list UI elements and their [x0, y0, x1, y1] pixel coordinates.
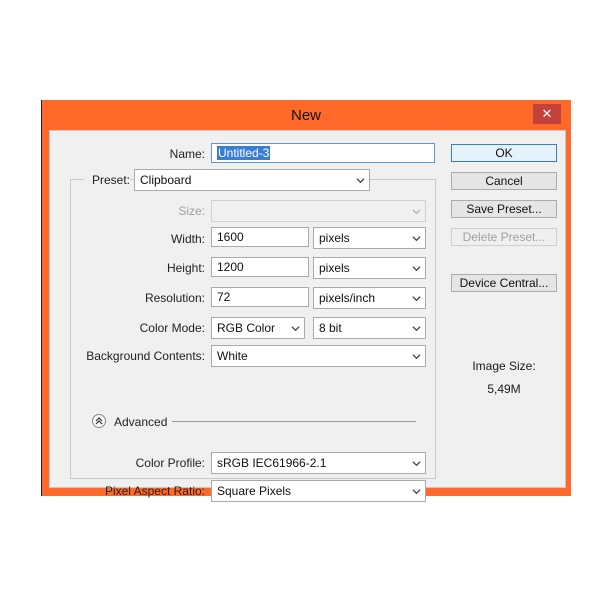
cancel-button[interactable]: Cancel	[451, 172, 557, 190]
width-input[interactable]: 1600	[211, 227, 309, 247]
device-central-button[interactable]: Device Central...	[451, 274, 557, 292]
name-input[interactable]: Untitled-3	[211, 143, 435, 163]
dialog-title: New	[290, 107, 321, 124]
image-size-value: 5,49M	[487, 382, 521, 396]
resolution-unit-value: pixels/inch	[319, 291, 376, 305]
bit-depth-value: 8 bit	[319, 321, 342, 335]
resolution-input[interactable]: 72	[211, 287, 309, 307]
width-unit-dropdown[interactable]: pixels	[313, 227, 426, 249]
name-label: Name:	[169, 147, 205, 161]
pixel-aspect-ratio-label: Pixel Aspect Ratio:	[104, 484, 205, 498]
resolution-unit-dropdown[interactable]: pixels/inch	[313, 287, 426, 309]
chevron-down-icon	[412, 209, 421, 215]
preset-dropdown[interactable]: Clipboard	[134, 169, 370, 191]
background-contents-dropdown[interactable]: White	[211, 345, 426, 367]
color-profile-label: Color Profile:	[135, 456, 205, 470]
advanced-toggle-icon[interactable]	[92, 414, 106, 428]
size-dropdown	[211, 200, 426, 222]
height-label: Height:	[166, 261, 205, 275]
color-profile-dropdown[interactable]: sRGB IEC61966-2.1	[211, 452, 426, 474]
dialog-body: Name: Untitled-3 Preset: Clipboard Size:…	[49, 130, 566, 502]
delete-preset-button: Delete Preset...	[451, 228, 557, 246]
color-mode-value: RGB Color	[217, 321, 276, 335]
ok-button[interactable]: OK	[451, 144, 557, 162]
width-label: Width:	[170, 232, 205, 246]
size-label: Size:	[178, 204, 205, 218]
chevron-down-icon	[412, 461, 421, 467]
preset-label: Preset:	[84, 173, 130, 187]
height-unit-dropdown[interactable]: pixels	[313, 257, 426, 279]
window-edge	[41, 100, 42, 496]
chevron-down-icon	[291, 326, 300, 332]
chevron-down-icon	[412, 236, 421, 242]
width-unit-value: pixels	[319, 231, 350, 245]
chevron-down-icon	[412, 266, 421, 272]
color-mode-label: Color Mode:	[139, 321, 205, 335]
pixel-aspect-ratio-dropdown[interactable]: Square Pixels	[211, 480, 426, 502]
height-unit-value: pixels	[319, 261, 350, 275]
preset-value: Clipboard	[140, 173, 192, 187]
chevron-down-icon	[412, 326, 421, 332]
color-mode-dropdown[interactable]: RGB Color	[211, 317, 305, 339]
image-size-label: Image Size:	[472, 359, 536, 373]
save-preset-button[interactable]: Save Preset...	[451, 200, 557, 218]
bit-depth-dropdown[interactable]: 8 bit	[313, 317, 426, 339]
advanced-divider	[172, 421, 416, 422]
background-contents-label: Background Contents:	[86, 349, 205, 363]
close-icon[interactable]: ✕	[533, 104, 561, 124]
chevron-down-icon	[412, 296, 421, 302]
chevron-down-icon	[412, 354, 421, 360]
pixel-aspect-ratio-value: Square Pixels	[217, 484, 292, 498]
new-document-dialog: New ✕ Name: Untitled-3 Preset: Clipboard…	[41, 100, 571, 502]
chevron-down-icon	[412, 489, 421, 495]
height-input[interactable]: 1200	[211, 257, 309, 277]
advanced-label: Advanced	[114, 415, 168, 429]
chevron-down-icon	[356, 178, 365, 184]
color-profile-value: sRGB IEC61966-2.1	[217, 456, 327, 470]
resolution-label: Resolution:	[144, 291, 205, 305]
name-value: Untitled-3	[217, 146, 271, 160]
background-contents-value: White	[217, 349, 248, 363]
